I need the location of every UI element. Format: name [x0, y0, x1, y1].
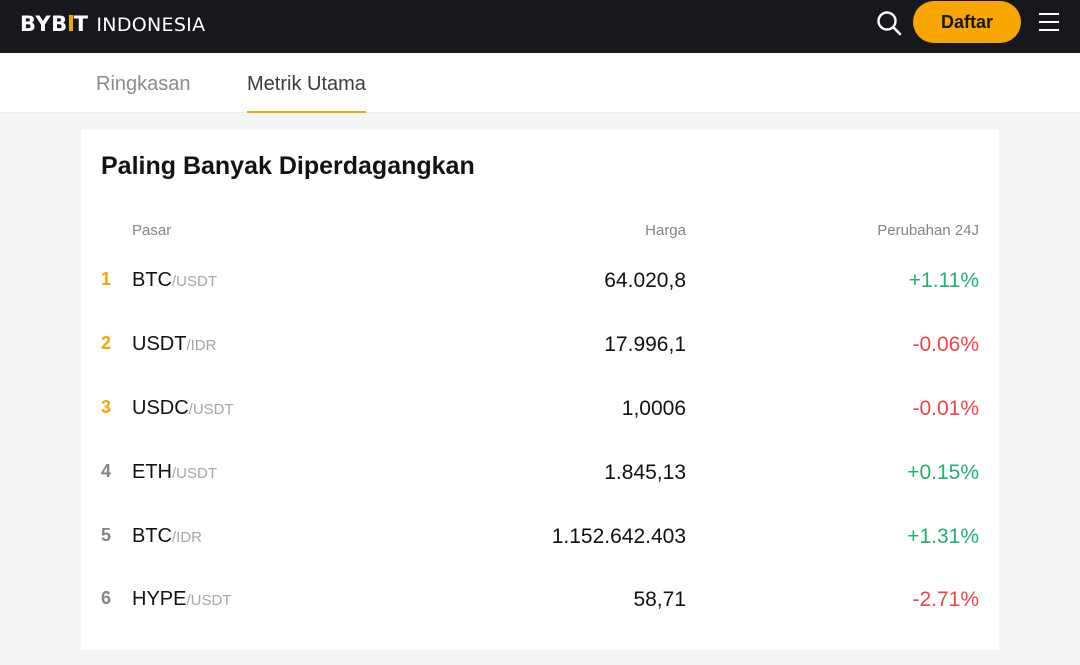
most-traded-card: Paling Banyak Diperdagangkan Pasar Harga…	[81, 130, 999, 650]
market-row[interactable]: 6 HYPE/USDT 58,71 -2.71%	[81, 580, 999, 620]
tab-bar: Ringkasan Metrik Utama	[0, 53, 1080, 113]
trading-pair: HYPE/USDT	[132, 588, 231, 611]
logo-brand-end: T	[73, 12, 89, 36]
market-row[interactable]: 2 USDT/IDR 17.996,1 -0.06%	[81, 325, 999, 365]
quote-asset: /IDR	[172, 529, 202, 546]
tab-summary[interactable]: Ringkasan	[96, 53, 191, 113]
active-tab-indicator	[247, 111, 366, 113]
column-header-market: Pasar	[132, 222, 172, 239]
market-row[interactable]: 3 USDC/USDT 1,0006 -0.01%	[81, 389, 999, 429]
quote-asset: /USDT	[188, 401, 234, 418]
search-icon[interactable]	[876, 10, 902, 36]
market-row[interactable]: 5 BTC/IDR 1.152.642.403 +1.31%	[81, 517, 999, 557]
signup-button[interactable]: Daftar	[913, 1, 1021, 43]
top-bar: BYB T INDONESIA Daftar	[0, 0, 1080, 53]
tab-key-metrics[interactable]: Metrik Utama	[247, 53, 366, 113]
rank-number: 1	[101, 269, 112, 289]
change-value: +1.31%	[907, 525, 979, 548]
price-value: 1,0006	[621, 397, 686, 420]
logo-brand-text: BYB	[20, 12, 68, 36]
bybit-logo[interactable]: BYB T INDONESIA	[20, 12, 205, 36]
rank-number: 2	[101, 333, 112, 353]
price-value: 1.152.642.403	[551, 525, 686, 548]
trading-pair: USDT/IDR	[132, 333, 216, 356]
base-asset: USDC	[132, 397, 189, 419]
base-asset: BTC	[132, 269, 172, 291]
column-header-change: Perubahan 24J	[877, 222, 979, 239]
change-value: -0.06%	[912, 333, 979, 356]
rank-number: 3	[101, 397, 112, 417]
logo-bar-mark	[68, 15, 73, 31]
trading-pair: BTC/USDT	[132, 269, 217, 292]
rank-number: 4	[101, 461, 112, 481]
change-value: +1.11%	[908, 269, 979, 292]
quote-asset: /USDT	[172, 273, 217, 290]
section-title: Paling Banyak Diperdagangkan	[101, 152, 475, 180]
market-row[interactable]: 4 ETH/USDT 1.845,13 +0.15%	[81, 453, 999, 493]
trading-pair: USDC/USDT	[132, 397, 234, 420]
quote-asset: /USDT	[186, 592, 232, 609]
logo-region-text: INDONESIA	[96, 14, 206, 36]
menu-icon[interactable]	[1038, 12, 1060, 32]
base-asset: BTC	[132, 525, 172, 547]
price-value: 17.996,1	[604, 333, 686, 356]
base-asset: HYPE	[132, 588, 187, 610]
change-value: -0.01%	[912, 397, 979, 420]
column-header-price: Harga	[645, 222, 686, 239]
change-value: -2.71%	[912, 588, 979, 611]
rank-number: 5	[101, 525, 112, 545]
base-asset: USDT	[132, 333, 187, 355]
quote-asset: /USDT	[172, 465, 217, 482]
trading-pair: ETH/USDT	[132, 461, 217, 484]
change-value: +0.15%	[907, 461, 979, 484]
price-value: 58,71	[633, 588, 686, 611]
base-asset: ETH	[132, 461, 172, 483]
tab-key-metrics-label: Metrik Utama	[247, 73, 366, 95]
market-row[interactable]: 1 BTC/USDT 64.020,8 +1.11%	[81, 261, 999, 301]
trading-pair: BTC/IDR	[132, 525, 202, 548]
quote-asset: /IDR	[186, 337, 217, 354]
price-value: 64.020,8	[604, 269, 686, 292]
price-value: 1.845,13	[604, 461, 686, 484]
rank-number: 6	[101, 588, 112, 608]
